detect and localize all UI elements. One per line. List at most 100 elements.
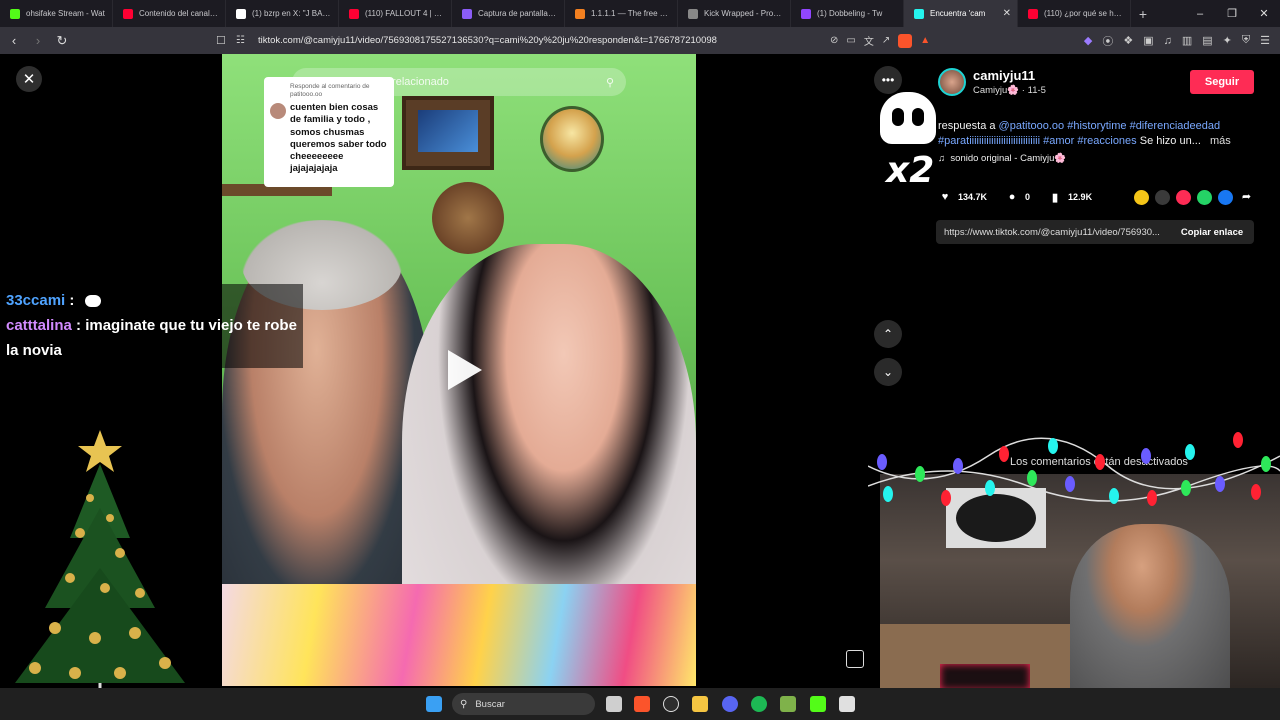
browser-tab[interactable]: Contenido del canal - Y [113,0,226,27]
browser-tab[interactable]: (1) bzrp en X: "J BALVI [226,0,339,27]
tab-title: (110) ¿por qué se hace [1044,9,1124,18]
commenter-avatar [270,103,286,119]
tab-favicon-icon [914,8,924,19]
browser-tab[interactable]: (1) Dobbeling - Tw [791,0,904,27]
comment-icon[interactable]: ● [1005,190,1019,204]
skull-multiplier-overlay: x2 [878,92,948,196]
tab-title: 1.1.1.1 — The free app [591,9,671,18]
extensions-bar: ◆ ⦿ ❖ ▣ ♫ ▥ ▤ ✦ ⛨ ☰ [1084,30,1270,51]
facebook-icon[interactable] [1218,190,1233,205]
leo-icon[interactable]: ✦ [1223,34,1232,47]
translate-icon[interactable]: 文 [864,33,874,48]
windows-taskbar: ⚲ Buscar [0,688,1280,720]
sidebar-icon[interactable]: ▥ [1182,34,1192,47]
wallet-icon[interactable]: ▤ [1202,34,1212,47]
browser-tab[interactable]: Captura de pantalla po [452,0,565,27]
copy-link-button[interactable]: Copiar enlace [1170,227,1254,238]
kick-icon[interactable] [810,696,826,712]
browser-tab[interactable]: (110) FALLOUT 4 | PRIM [339,0,452,27]
share-arrow-icon[interactable]: ➦ [1239,190,1254,205]
tab-favicon-icon [236,8,246,19]
previous-video-button[interactable]: ⌃ [874,320,902,348]
caption-mention[interactable]: @patitooo.oo [999,120,1065,132]
site-controls-icon[interactable]: ☷ [236,35,254,46]
music-icon[interactable]: ♫ [1164,35,1172,47]
tab-favicon-icon [688,8,698,19]
comments-count: 0 [1025,192,1031,202]
puzzle-icon[interactable]: ❖ [1123,34,1133,47]
rewards-icon[interactable]: ▲ [920,35,930,46]
notepad-icon[interactable] [780,696,796,712]
video-details-panel: camiyju11 Camiyju🌸 · 11-5 Seguir respues… [928,68,1264,244]
embed-icon[interactable] [1155,190,1170,205]
saves-count: 12.9K [1068,192,1093,202]
no-camera-icon[interactable]: ⊘ [830,35,838,46]
creator-display-name: Camiyju🌸 [973,85,1020,96]
new-tab-button[interactable]: + [1131,0,1155,27]
caption-more-link[interactable]: más [1210,135,1231,147]
christmas-lights-overlay [868,432,1280,506]
caption-hashtags-2[interactable]: #paratiiiiiiiiiiiiiiiiiiiiiiiiiiiii #amo… [938,135,1137,147]
whatsapp-icon[interactable] [1197,190,1212,205]
discord-icon[interactable] [722,696,738,712]
browser-tab[interactable]: ohsifake Stream - Wat [0,0,113,27]
screenshot-icon[interactable]: ▣ [1143,34,1153,47]
calculator-icon[interactable] [839,696,855,712]
coin-icon[interactable] [1134,190,1149,205]
search-icon: ⚲ [460,698,468,710]
follow-button[interactable]: Seguir [1190,70,1254,94]
menu-icon[interactable]: ☰ [1260,34,1270,47]
tab-title: (1) bzrp en X: "J BALVI [252,9,332,18]
pip-icon[interactable] [846,650,864,668]
search-icon[interactable]: ⚲ [606,76,614,89]
app-icon[interactable] [663,696,679,712]
caption-tail: Se hizo un... [1139,135,1201,147]
browser-tabstrip: ohsifake Stream - Wat Contenido del canal… [0,0,1280,27]
close-video-button[interactable]: ✕ [16,66,42,92]
send-icon[interactable] [1176,190,1191,205]
reply-comment-card: Responde al comentario de patitooo.oo cu… [264,77,394,187]
task-view-icon[interactable] [606,696,622,712]
brave-shield-icon[interactable] [898,33,913,48]
next-video-button[interactable]: ⌄ [874,358,902,386]
bookmark-icon[interactable]: ▮ [1048,190,1062,204]
share-icons: ➦ [1134,190,1254,205]
video-link-text[interactable]: https://www.tiktok.com/@camiyju11/video/… [944,227,1170,238]
brave-icon[interactable] [634,696,650,712]
creator-username[interactable]: camiyju11 [973,68,1035,83]
browser-tab[interactable]: Kick Wrapped - Proces [678,0,791,27]
close-window-icon[interactable]: ✕ [1248,0,1280,27]
caption-hashtags-1[interactable]: #historytime #diferenciadeedad [1067,120,1220,132]
taskbar-search-label: Buscar [475,698,505,710]
spotify-icon[interactable] [751,696,767,712]
tab-title: ohsifake Stream - Wat [26,9,105,18]
tab-close-icon[interactable]: ✕ [1003,8,1011,19]
windows-start-icon[interactable] [426,696,442,712]
video-caption: respuesta a @patitooo.oo #historytime #d… [938,119,1258,149]
christmas-tree-overlay [15,430,185,704]
speech-icon[interactable]: ⦿ [1102,33,1113,49]
back-button[interactable]: ‹ [4,31,24,51]
taskbar-search[interactable]: ⚲ Buscar [452,693,595,715]
tab-title: Kick Wrapped - Proces [704,9,784,18]
sound-link[interactable]: ♫ sonido original - Camiyju🌸 [938,153,1066,164]
browser-tab[interactable]: (110) ¿por qué se hace [1018,0,1131,27]
sound-name[interactable]: sonido original - Camiyju🌸 [950,153,1066,164]
maximize-icon[interactable]: ❐ [1216,0,1248,27]
play-icon[interactable] [448,350,482,390]
shield-icon[interactable]: ⛨ [1242,34,1250,47]
tab-favicon-icon [801,8,811,19]
minimize-icon[interactable]: – [1184,0,1216,27]
stream-chat-overlay: 33ccami : catttalina : imaginate que tu … [0,284,303,368]
share-icon[interactable]: ↗ [882,35,890,46]
file-explorer-icon[interactable] [692,696,708,712]
more-options-button[interactable]: ••• [874,66,902,94]
extension-icon[interactable]: ◆ [1084,34,1092,47]
browser-tab[interactable]: 1.1.1.1 — The free app [565,0,678,27]
browser-tab[interactable]: Encuentra 'cam ✕ [904,0,1018,27]
display-icon[interactable]: ▭ [846,35,855,46]
tab-title: Encuentra 'cam [930,9,986,18]
bookmark-icon[interactable]: ☐ [216,34,236,47]
forward-button[interactable]: › [28,31,48,51]
reload-button[interactable]: ↻ [52,31,72,51]
